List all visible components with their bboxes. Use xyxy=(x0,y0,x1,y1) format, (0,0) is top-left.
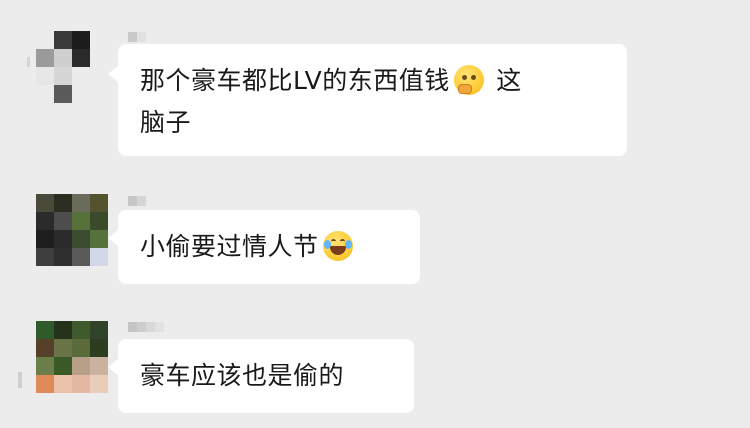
avatar-pixel xyxy=(54,212,72,230)
avatar-pixel xyxy=(54,85,72,103)
chat-message-3: 豪车应该也是偷的 xyxy=(0,306,750,428)
message-text: 豪车应该也是偷的 xyxy=(140,361,345,390)
avatar-pixel xyxy=(54,321,72,339)
avatar-pixel xyxy=(54,375,72,393)
chat-message-1: 那个豪车都比LV的东西值钱 这 脑子 xyxy=(0,0,750,160)
avatar-pixel xyxy=(54,49,72,67)
thinking-face-icon xyxy=(453,65,484,95)
avatar-pixel xyxy=(36,212,54,230)
avatar-pixel xyxy=(36,31,54,49)
avatar-pixel xyxy=(72,230,90,248)
avatar-pixel xyxy=(90,212,108,230)
avatar-pixel xyxy=(54,194,72,212)
avatar-pixel xyxy=(36,375,54,393)
avatar-pixel xyxy=(72,357,90,375)
avatar-pixel xyxy=(72,212,90,230)
avatar-pixel xyxy=(54,248,72,266)
avatar-pixel xyxy=(36,67,54,85)
avatar-pixel xyxy=(72,49,90,67)
avatar-pixel xyxy=(90,357,108,375)
avatar-pixel xyxy=(36,49,54,67)
avatar-pixel xyxy=(72,67,90,85)
avatar-pixel xyxy=(90,49,108,67)
avatar-pixel xyxy=(72,248,90,266)
edge-mark xyxy=(18,372,22,388)
avatar-pixel xyxy=(54,31,72,49)
avatar[interactable] xyxy=(36,31,108,103)
message-bubble: 那个豪车都比LV的东西值钱 这 脑子 xyxy=(108,44,627,156)
avatar-pixel xyxy=(90,339,108,357)
avatar-pixel xyxy=(90,31,108,49)
avatar[interactable] xyxy=(36,194,108,266)
avatar-pixel xyxy=(54,339,72,357)
avatar-pixel xyxy=(36,321,54,339)
avatar-pixel xyxy=(90,194,108,212)
avatar-pixel xyxy=(54,230,72,248)
avatar-pixel xyxy=(90,321,108,339)
avatar-pixel xyxy=(36,194,54,212)
message-text: 小偷要过情人节 xyxy=(140,232,319,261)
sender-name-blurred xyxy=(128,32,146,42)
avatar[interactable] xyxy=(36,321,108,393)
avatar-pixel xyxy=(90,230,108,248)
avatar-pixel xyxy=(72,375,90,393)
avatar-pixel xyxy=(72,194,90,212)
avatar-pixel xyxy=(36,230,54,248)
avatar-pixel xyxy=(90,248,108,266)
avatar-pixel xyxy=(90,375,108,393)
avatar-pixel xyxy=(90,67,108,85)
message-bubble: 小偷要过情人节 xyxy=(108,210,420,284)
avatar-pixel xyxy=(90,85,108,103)
edge-mark xyxy=(27,57,30,67)
rolling-laughing-face-icon xyxy=(322,231,353,261)
avatar-pixel xyxy=(72,339,90,357)
bubble-tail xyxy=(108,359,118,375)
message-bubble: 豪车应该也是偷的 xyxy=(108,339,414,413)
avatar-pixel xyxy=(72,85,90,103)
message-text: 脑子 xyxy=(140,108,192,137)
message-text: 这 xyxy=(487,66,522,95)
message-text: 那个豪车都比LV的东西值钱 xyxy=(140,66,450,95)
bubble-tail xyxy=(108,230,118,246)
avatar-pixel xyxy=(36,85,54,103)
sender-name-blurred xyxy=(128,196,146,206)
chat-message-2: 小偷要过情人节 xyxy=(0,180,750,290)
bubble-tail xyxy=(108,66,118,82)
avatar-pixel xyxy=(72,321,90,339)
avatar-pixel xyxy=(36,339,54,357)
avatar-pixel xyxy=(72,31,90,49)
avatar-pixel xyxy=(36,248,54,266)
avatar-pixel xyxy=(54,67,72,85)
avatar-pixel xyxy=(54,357,72,375)
avatar-pixel xyxy=(36,357,54,375)
sender-name-blurred xyxy=(128,322,164,332)
